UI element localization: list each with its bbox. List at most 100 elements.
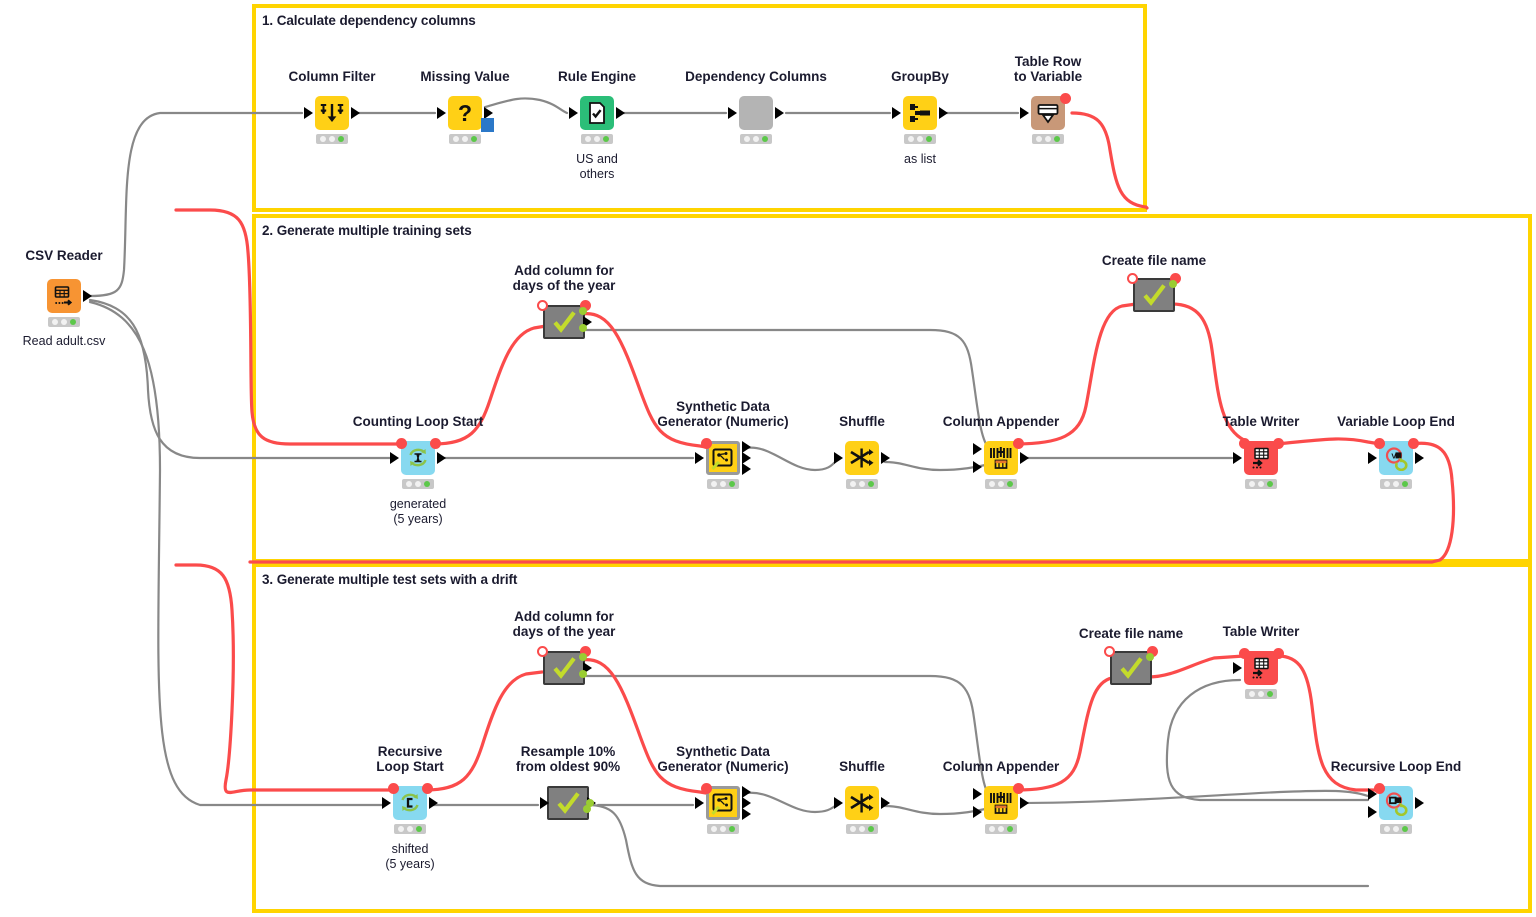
node-icon-groupby-icon[interactable]: [903, 96, 937, 130]
output-port[interactable]: [742, 808, 751, 820]
input-port[interactable]: [304, 107, 313, 119]
flow-variable-input-port[interactable]: [396, 438, 407, 449]
node-annotation-csv_reader: Read adult.csv: [22, 334, 106, 348]
input-port[interactable]: [973, 806, 982, 818]
node-status-executed: [1380, 479, 1412, 489]
flow-variable-output-port[interactable]: [1273, 438, 1284, 449]
input-port[interactable]: [390, 452, 399, 464]
output-port[interactable]: [881, 797, 890, 809]
node-label-shuffle_3: Shuffle: [839, 759, 885, 774]
input-port[interactable]: [695, 797, 704, 809]
node-status-executed: [48, 317, 80, 327]
output-port[interactable]: [742, 463, 751, 475]
flow-variable-input-port[interactable]: [1374, 783, 1385, 794]
output-port[interactable]: [1020, 797, 1029, 809]
output-port[interactable]: [429, 797, 438, 809]
output-port[interactable]: [881, 452, 890, 464]
flow-variable-out-indicator: [579, 653, 587, 661]
input-port[interactable]: [695, 452, 704, 464]
flow-variable-output-port[interactable]: [1060, 93, 1071, 104]
node-label-table_row_var: Table Row to Variable: [1013, 54, 1083, 84]
node-label-create_name_3: Create file name: [1078, 626, 1184, 641]
node-status-executed: [707, 479, 739, 489]
input-port[interactable]: [728, 107, 737, 119]
node-icon-shuffle-icon[interactable]: [845, 786, 879, 820]
input-port[interactable]: [1368, 806, 1377, 818]
input-port[interactable]: [382, 797, 391, 809]
input-port[interactable]: [569, 107, 578, 119]
output-port[interactable]: [1020, 452, 1029, 464]
input-port[interactable]: [892, 107, 901, 119]
node-status-executed: [707, 824, 739, 834]
node-label-add_days_3: Add column for days of the year: [512, 609, 616, 639]
frame-title-2: 2. Generate multiple training sets: [262, 223, 472, 238]
node-label-table_writer_2: Table Writer: [1222, 414, 1300, 429]
input-port[interactable]: [1368, 452, 1377, 464]
node-status-executed: [1245, 689, 1277, 699]
frame-calculate-dependency-columns: [252, 4, 1147, 212]
node-status-executed: [740, 134, 772, 144]
workflow-canvas: 1. Calculate dependency columns 2. Gener…: [0, 0, 1536, 917]
flow-variable-out-indicator: [1169, 280, 1177, 288]
flow-variable-out-indicator: [1146, 653, 1154, 661]
node-label-table_writer_3: Table Writer: [1222, 624, 1300, 639]
flow-variable-output-port[interactable]: [1013, 438, 1024, 449]
output-port[interactable]: [83, 290, 92, 302]
output-port[interactable]: [939, 107, 948, 119]
input-port[interactable]: [1020, 107, 1029, 119]
node-label-groupby: GroupBy: [891, 69, 949, 84]
input-port[interactable]: [540, 797, 549, 809]
node-label-col_append_3: Column Appender: [942, 759, 1060, 774]
flow-variable-input-port[interactable]: [537, 646, 548, 657]
node-label-dependency_cols: Dependency Columns: [685, 69, 827, 84]
node-status-executed: [985, 479, 1017, 489]
node-icon-question-icon[interactable]: ?: [448, 96, 482, 130]
flow-variable-input-port[interactable]: [1104, 646, 1115, 657]
flow-variable-out-indicator: [579, 307, 587, 315]
node-label-shuffle_2: Shuffle: [839, 414, 885, 429]
node-icon-table-arrow-icon[interactable]: [47, 279, 81, 313]
flow-variable-input-port[interactable]: [701, 438, 712, 449]
output-port[interactable]: [1415, 797, 1424, 809]
node-label-create_name_2: Create file name: [1101, 253, 1207, 268]
frame-title-1: 1. Calculate dependency columns: [262, 13, 476, 28]
flow-variable-output-port[interactable]: [1013, 783, 1024, 794]
svg-text:?: ?: [458, 101, 472, 125]
node-icon-filter-columns-icon[interactable]: [315, 96, 349, 130]
output-port[interactable]: [1415, 452, 1424, 464]
flow-variable-output-port[interactable]: [430, 438, 441, 449]
node-icon-shuffle-icon[interactable]: [845, 441, 879, 475]
input-port[interactable]: [973, 461, 982, 473]
flow-variable-input-port[interactable]: [1239, 438, 1250, 449]
output-port[interactable]: [437, 452, 446, 464]
flow-variable-input-port[interactable]: [1239, 648, 1250, 659]
node-icon-doc-check-icon[interactable]: [580, 96, 614, 130]
input-port[interactable]: [437, 107, 446, 119]
node-icon-check-icon[interactable]: [547, 786, 589, 820]
node-status-executed: [449, 134, 481, 144]
node-label-var_loop_end: Variable Loop End: [1337, 414, 1455, 429]
input-port[interactable]: [1233, 662, 1242, 674]
flow-variable-input-port[interactable]: [701, 783, 712, 794]
node-status-executed: [846, 824, 878, 834]
flow-variable-output-port[interactable]: [422, 783, 433, 794]
input-port[interactable]: [973, 788, 982, 800]
flow-variable-input-port[interactable]: [537, 300, 548, 311]
input-port[interactable]: [973, 443, 982, 455]
input-port[interactable]: [834, 797, 843, 809]
node-status-executed: [846, 479, 878, 489]
node-label-add_days_2: Add column for days of the year: [512, 263, 616, 293]
input-port[interactable]: [1233, 452, 1242, 464]
flow-variable-input-port[interactable]: [1374, 438, 1385, 449]
node-icon-blank-icon[interactable]: [739, 96, 773, 130]
flow-variable-input-port[interactable]: [1127, 273, 1138, 284]
flow-variable-output-port[interactable]: [1408, 438, 1419, 449]
node-label-missing_value: Missing Value: [420, 69, 510, 84]
input-port[interactable]: [834, 452, 843, 464]
flow-variable-output-port[interactable]: [1273, 648, 1284, 659]
flow-variable-input-port[interactable]: [388, 783, 399, 794]
node-status-executed: [1245, 479, 1277, 489]
output-port[interactable]: [351, 107, 360, 119]
output-port[interactable]: [616, 107, 625, 119]
output-port[interactable]: [775, 107, 784, 119]
